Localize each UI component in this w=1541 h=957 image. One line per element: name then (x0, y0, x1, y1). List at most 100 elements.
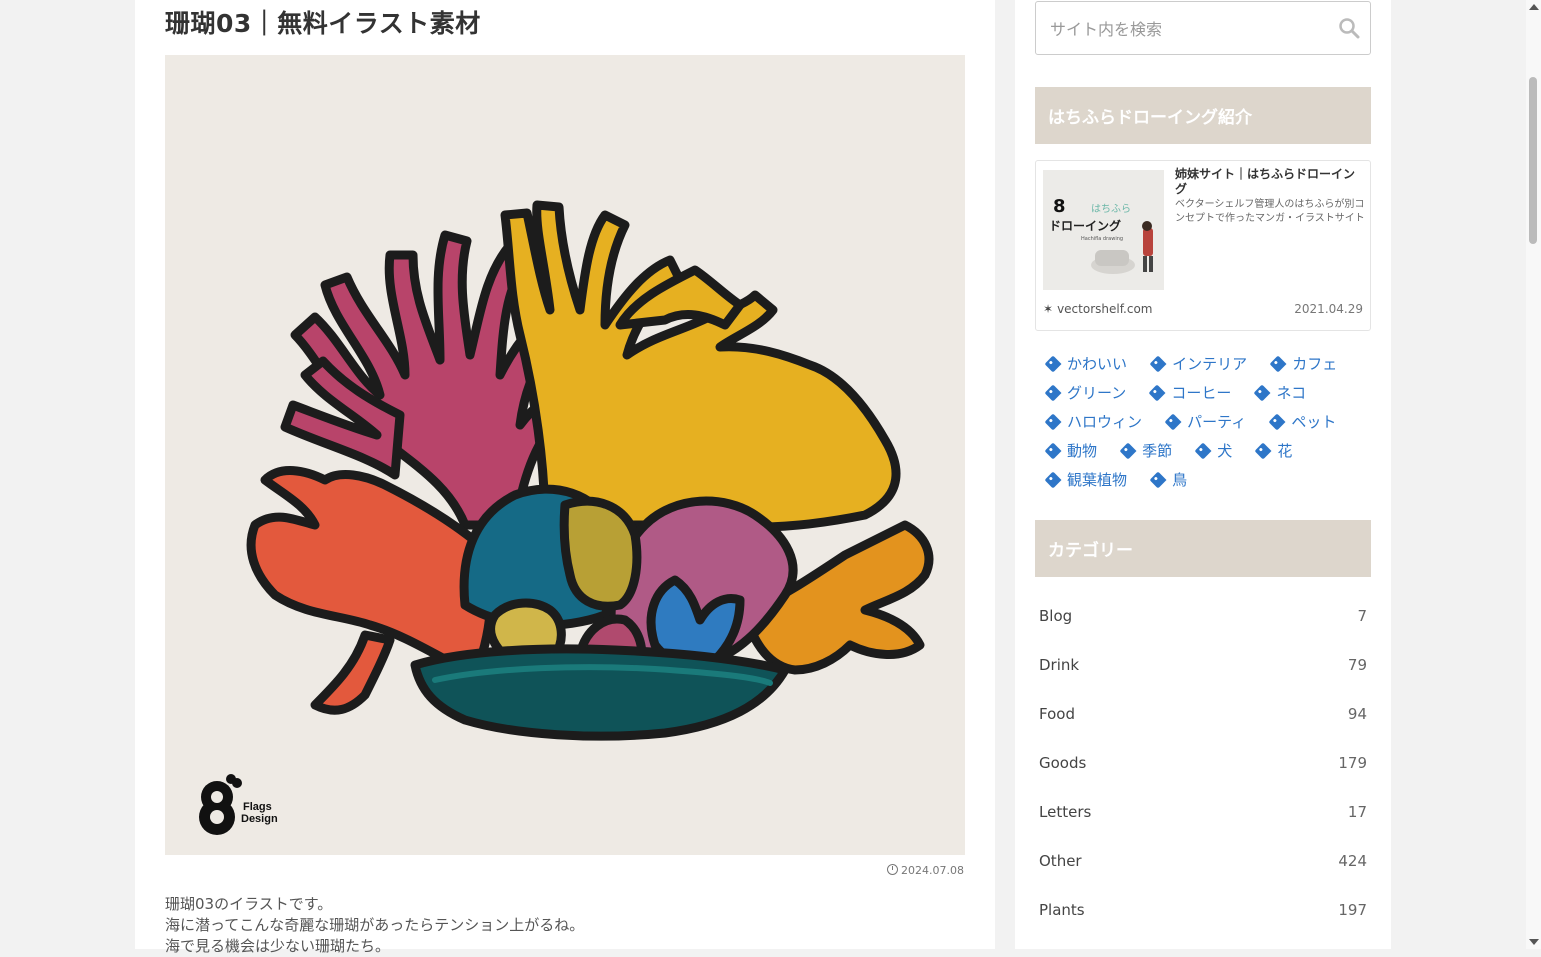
category-count: 79 (1347, 656, 1367, 674)
tag-link[interactable]: グリーン (1043, 383, 1126, 404)
tag-icon (1044, 413, 1062, 431)
category-name: Goods (1039, 754, 1087, 772)
tag-icon (1044, 471, 1062, 489)
category-item[interactable]: Goods 179 (1035, 740, 1371, 789)
post-body: 珊瑚03のイラストです。 海に潜ってこんな奇麗な珊瑚があったらテンション上がるね… (165, 894, 584, 957)
tag-link[interactable]: 鳥 (1148, 470, 1187, 491)
tag-icon (1149, 471, 1167, 489)
tag-label: ハロウィン (1067, 413, 1143, 431)
tag-link[interactable]: 季節 (1118, 441, 1172, 462)
post-date-text: 2024.07.08 (901, 864, 964, 877)
category-heading: カテゴリー (1035, 520, 1371, 577)
tag-link[interactable]: 花 (1253, 441, 1292, 462)
tag-label: 花 (1277, 442, 1293, 460)
sidebar: はちふらドローイング紹介 8 はちふら ドローイング Hachifla draw… (1015, 0, 1391, 949)
tag-label: ペット (1291, 413, 1337, 431)
body-line-3: 海で見る機会は少ない珊瑚たち。 (165, 937, 391, 955)
thumb-title-2: ドローイング (1049, 218, 1121, 233)
tag-label: 動物 (1067, 442, 1098, 460)
site-favicon-icon: ✶ (1043, 302, 1054, 316)
tag-icon (1253, 384, 1271, 402)
tag-icon (1044, 384, 1062, 402)
tag-link[interactable]: ハロウィン (1043, 412, 1142, 433)
tag-link[interactable]: 犬 (1193, 441, 1232, 462)
category-item[interactable]: Food 94 (1035, 691, 1371, 740)
tag-icon (1119, 442, 1137, 460)
tag-icon (1164, 413, 1182, 431)
coral-illustration: Flags Design (165, 55, 965, 855)
tag-label: 鳥 (1172, 471, 1188, 489)
category-item[interactable]: Drink 79 (1035, 642, 1371, 691)
coral-illustration-svg: Flags Design (199, 200, 934, 835)
category-count: 424 (1338, 852, 1367, 870)
post-title: 珊瑚03｜無料イラスト素材 (165, 9, 481, 38)
tag-label: カフェ (1292, 355, 1338, 373)
post-date: 2024.07.08 (887, 864, 964, 877)
card-thumbnail: 8 はちふら ドローイング Hachifla drawing (1043, 170, 1164, 290)
tag-label: 季節 (1142, 442, 1173, 460)
tag-icon (1148, 384, 1166, 402)
category-count: 7 (1357, 607, 1367, 625)
tag-link[interactable]: 動物 (1043, 441, 1097, 462)
tag-link[interactable]: 観葉植物 (1043, 470, 1127, 491)
tag-label: 犬 (1217, 442, 1233, 460)
search-icon[interactable] (1338, 17, 1360, 39)
tag-link[interactable]: ペット (1267, 412, 1336, 433)
card-date: 2021.04.29 (1294, 302, 1363, 316)
logo-text-design: Design (241, 813, 278, 825)
tag-link[interactable]: インテリア (1148, 354, 1247, 375)
thumb-title-1: はちふら (1091, 203, 1131, 215)
category-item[interactable]: Plants 197 (1035, 887, 1371, 936)
tag-link[interactable]: パーティ (1163, 412, 1246, 433)
category-item[interactable]: Blog 7 (1035, 593, 1371, 642)
category-item[interactable]: Other 424 (1035, 838, 1371, 887)
category-name: Blog (1039, 607, 1073, 625)
card-title: 姉妹サイト｜はちふらドローイング (1175, 167, 1356, 196)
tag-icon (1149, 355, 1167, 373)
intro-heading: はちふらドローイング紹介 (1035, 87, 1371, 144)
card-description: ベクターシェルフ管理人のはちふらが別コンセプトで作ったマンガ・イラストサイト (1175, 199, 1365, 224)
tag-link[interactable]: ネコ (1252, 383, 1306, 404)
sister-site-card[interactable]: 8 はちふら ドローイング Hachifla drawing 姉妹サイト｜はちふ… (1035, 160, 1371, 331)
tag-label: インテリア (1172, 355, 1248, 373)
tag-icon (1268, 413, 1286, 431)
search-input[interactable] (1048, 16, 1332, 42)
tag-link[interactable]: コーヒー (1147, 383, 1231, 404)
tag-icon (1269, 355, 1287, 373)
card-site: ✶ vectorshelf.com (1043, 302, 1153, 316)
scroll-down-arrow-icon[interactable] (1529, 939, 1539, 945)
category-name: Drink (1039, 656, 1080, 674)
category-list: Blog 7 Drink 79 Food 94 Goods 179 Letters 17 … (1035, 593, 1371, 936)
main-content: 珊瑚03｜無料イラスト素材 Flags Design 2024.07.08 珊瑚… (135, 0, 995, 955)
tag-cloud: かわいい インテリア カフェ グリーン コーヒー ネコ ハロウィン パーティ ペ… (1043, 354, 1363, 499)
clock-icon (887, 864, 898, 875)
tag-icon (1254, 442, 1272, 460)
category-name: Other (1039, 852, 1082, 870)
category-item[interactable]: Letters 17 (1035, 789, 1371, 838)
tag-label: 観葉植物 (1067, 471, 1128, 489)
category-name: Plants (1039, 901, 1085, 919)
body-line-1: 珊瑚03のイラストです。 (165, 895, 333, 913)
tag-label: かわいい (1067, 355, 1128, 373)
body-line-2: 海に潜ってこんな奇麗な珊瑚があったらテンション上がるね。 (165, 916, 585, 934)
tag-icon (1044, 355, 1062, 373)
flags-design-logo (199, 774, 242, 835)
tag-label: コーヒー (1171, 384, 1232, 402)
scroll-up-arrow-icon[interactable] (1529, 4, 1539, 10)
category-name: Letters (1039, 803, 1092, 821)
category-count: 197 (1338, 901, 1367, 919)
svg-text:8: 8 (1053, 196, 1066, 217)
logo-text-flags: Flags (243, 801, 272, 813)
category-count: 17 (1347, 803, 1367, 821)
tag-label: ネコ (1276, 384, 1307, 402)
page-scrollbar[interactable] (1526, 0, 1541, 949)
thumb-sub: Hachifla drawing (1081, 236, 1123, 242)
tag-link[interactable]: かわいい (1043, 354, 1127, 375)
category-name: Food (1039, 705, 1075, 723)
scrollbar-thumb[interactable] (1529, 77, 1537, 244)
tag-label: パーティ (1187, 413, 1247, 431)
tag-icon (1044, 442, 1062, 460)
category-count: 94 (1347, 705, 1367, 723)
card-site-name: vectorshelf.com (1057, 302, 1153, 316)
tag-link[interactable]: カフェ (1268, 354, 1337, 375)
